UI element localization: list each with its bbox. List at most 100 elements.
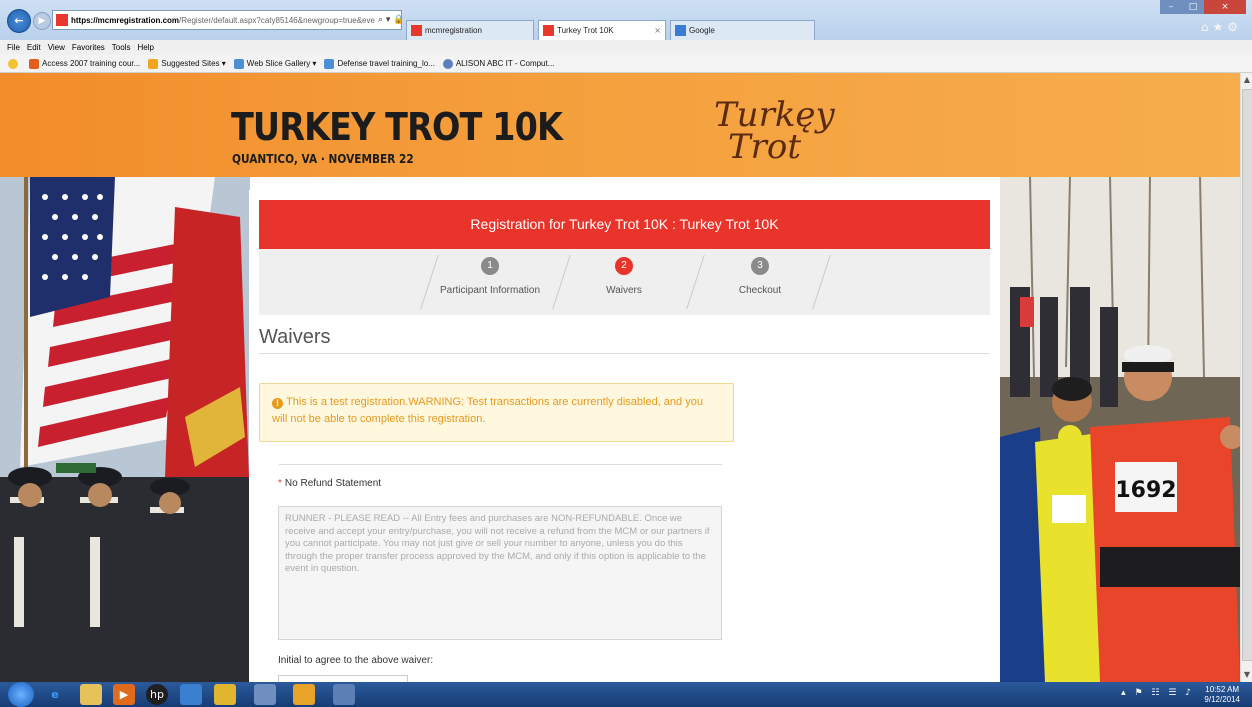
favorite-label: Web Slice Gallery ▾ xyxy=(246,59,317,68)
forward-arrow-icon: ▶ xyxy=(38,16,46,26)
test-registration-warning: ! This is a test registration.WARNING: Te… xyxy=(259,383,734,442)
tab-label: Turkey Trot 10K xyxy=(557,26,614,35)
browser-titlebar: ← ▶ https://mcmregistration.com/Register… xyxy=(0,0,1252,40)
scroll-down-icon[interactable]: ▼ xyxy=(1241,668,1252,682)
system-clock[interactable]: 10:52 AM 9/12/2014 xyxy=(1204,685,1240,705)
favorite-label: Suggested Sites ▾ xyxy=(161,59,226,68)
media-player-icon[interactable]: ▶ xyxy=(113,684,135,705)
clock-time: 10:52 AM xyxy=(1205,685,1240,694)
windows-taskbar: e ▶ hp ▴ ⚑ ☷ ☰ ♪ 10:52 AM 9/12/2014 xyxy=(0,682,1252,707)
menu-help[interactable]: Help xyxy=(137,43,153,52)
warning-text: This is a test registration.WARNING: Tes… xyxy=(272,396,703,425)
url-path: /Register/default.aspx?caty85146&newgrou… xyxy=(179,15,375,25)
outlook-icon[interactable] xyxy=(293,684,315,705)
heading-divider xyxy=(259,353,990,354)
favorites-bar: Access 2007 training cour... Suggested S… xyxy=(0,55,1252,73)
menu-view[interactable]: View xyxy=(48,43,65,52)
step-number: 2 xyxy=(615,257,633,275)
google-favicon-icon xyxy=(675,25,686,36)
initial-input[interactable] xyxy=(278,675,408,682)
favorite-label: Access 2007 training cour... xyxy=(42,59,141,68)
suggested-sites-icon xyxy=(148,58,159,69)
favorite-access-2007[interactable]: Access 2007 training cour... xyxy=(29,58,141,69)
tab-label: Google xyxy=(689,26,715,35)
registration-header: Registration for Turkey Trot 10K : Turke… xyxy=(259,200,990,249)
site-favicon-icon xyxy=(543,25,554,36)
step-number: 3 xyxy=(751,257,769,275)
step-checkout[interactable]: 3 Checkout xyxy=(695,257,825,296)
tab-google[interactable]: Google xyxy=(670,20,815,40)
runners-photo: 1692 xyxy=(1000,177,1240,682)
step-label: Participant Information xyxy=(439,285,541,296)
registration-steps: 1 Participant Information 2 Waivers 3 Ch… xyxy=(259,249,990,315)
site-favicon-icon xyxy=(411,25,422,36)
internet-explorer-icon[interactable]: e xyxy=(44,684,66,705)
logo-line: Trot xyxy=(728,127,802,167)
favorite-label: Defense travel training_lo... xyxy=(337,59,435,68)
scroll-thumb[interactable] xyxy=(1242,89,1252,661)
svg-text:1692: 1692 xyxy=(1115,478,1176,503)
book-icon[interactable] xyxy=(180,684,202,705)
step-number: 1 xyxy=(481,257,499,275)
menu-file[interactable]: File xyxy=(7,43,20,52)
form-divider xyxy=(279,464,722,465)
favorite-web-slice-gallery[interactable]: Web Slice Gallery ▾ xyxy=(233,58,317,69)
registration-card: Registration for Turkey Trot 10K : Turke… xyxy=(249,190,1000,682)
event-title: TURKEY TROT 10K xyxy=(231,105,563,149)
tab-mcmregistration[interactable]: mcmregistration xyxy=(406,20,534,40)
maximize-button[interactable]: □ xyxy=(1182,0,1204,14)
close-window-button[interactable]: × xyxy=(1204,0,1246,14)
url-host: https://mcmregistration.com xyxy=(71,15,180,25)
hp-icon[interactable]: hp xyxy=(146,684,168,705)
publisher-icon[interactable] xyxy=(333,684,355,705)
warning-icon: ! xyxy=(272,398,283,409)
page-title: Waivers xyxy=(259,326,331,348)
event-subtitle: QUANTICO, VA · NOVEMBER 22 xyxy=(232,152,414,166)
favorites-star-icon[interactable] xyxy=(8,58,21,69)
back-arrow-icon: ← xyxy=(14,14,24,27)
menu-bar: File Edit View Favorites Tools Help xyxy=(0,40,1252,55)
menu-favorites[interactable]: Favorites xyxy=(72,43,105,52)
alison-icon xyxy=(442,58,453,69)
initial-label: Initial to agree to the above waiver: xyxy=(278,655,434,666)
file-explorer-icon[interactable] xyxy=(80,684,102,705)
window-controls: – □ × xyxy=(1160,0,1246,14)
turkey-trot-logo: Turkęy Trot xyxy=(700,95,835,175)
minimize-button[interactable]: – xyxy=(1160,0,1182,14)
no-refund-label: * No Refund Statement xyxy=(278,478,381,489)
favorite-suggested-sites[interactable]: Suggested Sites ▾ xyxy=(148,58,226,69)
favorite-defense-travel[interactable]: Defense travel training_lo... xyxy=(324,58,435,69)
site-favicon-icon xyxy=(56,14,68,26)
clock-date: 9/12/2014 xyxy=(1204,695,1240,704)
favorite-label: ALISON ABC IT - Comput... xyxy=(455,59,555,68)
menu-tools[interactable]: Tools xyxy=(112,43,131,52)
close-tab-icon[interactable]: × xyxy=(654,26,661,35)
required-marker: * xyxy=(278,478,282,489)
field-label: No Refund Statement xyxy=(284,478,382,489)
home-favorites-tools-icons[interactable]: ⌂★⚙ xyxy=(1201,20,1242,34)
step-participant-information[interactable]: 1 Participant Information xyxy=(425,257,555,296)
page-scrollbar[interactable]: ▲ ▼ xyxy=(1240,73,1252,682)
address-bar[interactable]: https://mcmregistration.com/Register/def… xyxy=(52,10,402,30)
start-button[interactable] xyxy=(8,682,34,707)
address-tools-icons[interactable]: ⌕ ▾ 🔒 ↻ xyxy=(375,15,401,25)
menu-edit[interactable]: Edit xyxy=(27,43,41,52)
tab-label: mcmregistration xyxy=(425,26,482,35)
forward-button[interactable]: ▶ xyxy=(33,12,51,30)
scroll-up-icon[interactable]: ▲ xyxy=(1241,73,1252,87)
back-button[interactable]: ← xyxy=(7,9,31,33)
step-waivers[interactable]: 2 Waivers xyxy=(559,257,689,296)
system-tray-icons[interactable]: ▴ ⚑ ☷ ☰ ♪ xyxy=(1121,688,1194,698)
folder-icon[interactable] xyxy=(214,684,236,705)
favorite-alison[interactable]: ALISON ABC IT - Comput... xyxy=(442,58,555,69)
flags-photo xyxy=(0,177,250,682)
window-icon[interactable] xyxy=(254,684,276,705)
step-label: Checkout xyxy=(738,285,782,296)
office-icon xyxy=(29,58,39,69)
tab-turkey-trot[interactable]: Turkey Trot 10K × xyxy=(538,20,666,40)
event-banner: TURKEY TROT 10K QUANTICO, VA · NOVEMBER … xyxy=(0,73,1240,177)
ie-page-icon xyxy=(233,58,244,69)
no-refund-statement-textarea[interactable]: RUNNER - PLEASE READ -- All Entry fees a… xyxy=(278,506,722,640)
ie-page-icon xyxy=(324,58,335,69)
step-label: Waivers xyxy=(606,285,642,296)
